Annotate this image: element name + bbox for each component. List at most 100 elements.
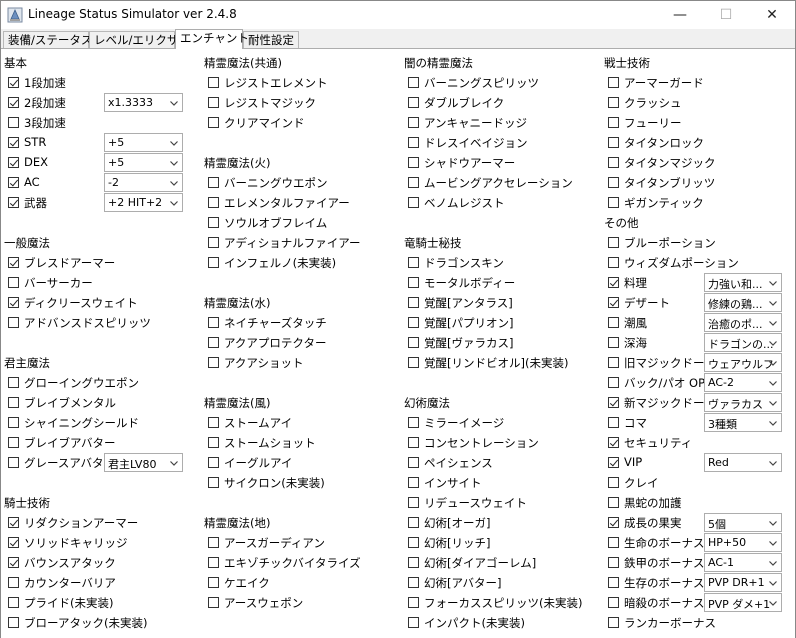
enchant-checkbox[interactable] (608, 417, 619, 428)
enchant-checkbox[interactable] (608, 597, 619, 608)
minimize-button[interactable]: — (657, 1, 703, 29)
enchant-select[interactable]: 力強い和... (704, 273, 782, 292)
tab-2[interactable]: レベル/エリクサー (89, 31, 190, 48)
enchant-checkbox[interactable] (208, 437, 219, 448)
enchant-checkbox[interactable] (608, 77, 619, 88)
enchant-checkbox[interactable] (408, 477, 419, 488)
close-button[interactable]: ✕ (749, 1, 795, 29)
enchant-select[interactable]: ドラゴンの... (704, 333, 782, 352)
enchant-checkbox[interactable] (208, 117, 219, 128)
enchant-select[interactable]: 治癒のポ... (704, 313, 782, 332)
enchant-checkbox[interactable] (408, 317, 419, 328)
enchant-checkbox[interactable] (208, 257, 219, 268)
enchant-checkbox[interactable] (408, 597, 419, 608)
enchant-checkbox[interactable] (208, 357, 219, 368)
enchant-checkbox[interactable] (408, 97, 419, 108)
enchant-checkbox[interactable] (208, 417, 219, 428)
enchant-checkbox[interactable] (608, 257, 619, 268)
enchant-checkbox[interactable] (408, 457, 419, 468)
enchant-select[interactable]: 修練の鶏... (704, 293, 782, 312)
enchant-checkbox[interactable] (8, 557, 19, 568)
enchant-checkbox[interactable] (608, 537, 619, 548)
enchant-select[interactable]: ウェアウルフ (704, 353, 782, 372)
enchant-select[interactable]: 君主LV80 (104, 453, 183, 472)
enchant-checkbox[interactable] (608, 277, 619, 288)
enchant-checkbox[interactable] (8, 317, 19, 328)
enchant-checkbox[interactable] (408, 497, 419, 508)
enchant-checkbox[interactable] (8, 77, 19, 88)
enchant-select[interactable]: 3種類 (704, 413, 782, 432)
enchant-checkbox[interactable] (608, 377, 619, 388)
enchant-checkbox[interactable] (208, 177, 219, 188)
enchant-checkbox[interactable] (208, 317, 219, 328)
enchant-checkbox[interactable] (408, 257, 419, 268)
enchant-checkbox[interactable] (408, 137, 419, 148)
enchant-checkbox[interactable] (8, 417, 19, 428)
enchant-checkbox[interactable] (608, 557, 619, 568)
enchant-checkbox[interactable] (408, 197, 419, 208)
enchant-checkbox[interactable] (208, 577, 219, 588)
enchant-select[interactable]: -2 (104, 173, 183, 192)
enchant-checkbox[interactable] (408, 117, 419, 128)
enchant-checkbox[interactable] (608, 397, 619, 408)
enchant-checkbox[interactable] (8, 377, 19, 388)
enchant-checkbox[interactable] (8, 177, 19, 188)
enchant-checkbox[interactable] (408, 617, 419, 628)
enchant-checkbox[interactable] (8, 597, 19, 608)
enchant-checkbox[interactable] (608, 617, 619, 628)
enchant-select[interactable]: HP+50 (704, 533, 782, 552)
enchant-checkbox[interactable] (8, 197, 19, 208)
enchant-checkbox[interactable] (408, 177, 419, 188)
enchant-checkbox[interactable] (408, 277, 419, 288)
enchant-checkbox[interactable] (408, 157, 419, 168)
enchant-select[interactable]: x1.3333 (104, 93, 183, 112)
enchant-checkbox[interactable] (608, 317, 619, 328)
tab-1[interactable]: 装備/ステータス (3, 31, 92, 48)
enchant-checkbox[interactable] (608, 457, 619, 468)
enchant-checkbox[interactable] (608, 337, 619, 348)
enchant-checkbox[interactable] (408, 337, 419, 348)
enchant-select[interactable]: AC-2 (704, 373, 782, 392)
tab-3[interactable]: エンチャント (175, 29, 249, 49)
enchant-checkbox[interactable] (8, 537, 19, 548)
enchant-checkbox[interactable] (608, 137, 619, 148)
enchant-checkbox[interactable] (208, 237, 219, 248)
enchant-select[interactable]: AC-1 (704, 553, 782, 572)
enchant-checkbox[interactable] (608, 157, 619, 168)
enchant-checkbox[interactable] (8, 517, 19, 528)
enchant-checkbox[interactable] (408, 77, 419, 88)
enchant-checkbox[interactable] (8, 257, 19, 268)
enchant-checkbox[interactable] (608, 357, 619, 368)
enchant-checkbox[interactable] (208, 197, 219, 208)
enchant-select[interactable]: Red (704, 453, 782, 472)
enchant-select[interactable]: PVP ダメ+1 (704, 593, 782, 612)
enchant-checkbox[interactable] (408, 557, 419, 568)
enchant-checkbox[interactable] (208, 597, 219, 608)
enchant-checkbox[interactable] (208, 337, 219, 348)
enchant-checkbox[interactable] (608, 197, 619, 208)
enchant-checkbox[interactable] (8, 297, 19, 308)
enchant-checkbox[interactable] (608, 477, 619, 488)
enchant-checkbox[interactable] (408, 297, 419, 308)
enchant-checkbox[interactable] (408, 357, 419, 368)
enchant-checkbox[interactable] (8, 617, 19, 628)
enchant-checkbox[interactable] (608, 117, 619, 128)
enchant-checkbox[interactable] (608, 577, 619, 588)
enchant-checkbox[interactable] (208, 97, 219, 108)
enchant-checkbox[interactable] (8, 397, 19, 408)
enchant-checkbox[interactable] (8, 137, 19, 148)
enchant-select[interactable]: +2 HIT+2 (104, 193, 183, 212)
enchant-checkbox[interactable] (8, 117, 19, 128)
enchant-checkbox[interactable] (408, 537, 419, 548)
enchant-select[interactable]: 5個 (704, 513, 782, 532)
enchant-checkbox[interactable] (408, 577, 419, 588)
enchant-checkbox[interactable] (208, 77, 219, 88)
enchant-select[interactable]: PVP DR+1 (704, 573, 782, 592)
enchant-checkbox[interactable] (408, 517, 419, 528)
enchant-checkbox[interactable] (608, 237, 619, 248)
enchant-checkbox[interactable] (208, 477, 219, 488)
enchant-checkbox[interactable] (208, 217, 219, 228)
enchant-checkbox[interactable] (608, 97, 619, 108)
enchant-checkbox[interactable] (8, 277, 19, 288)
enchant-checkbox[interactable] (208, 557, 219, 568)
